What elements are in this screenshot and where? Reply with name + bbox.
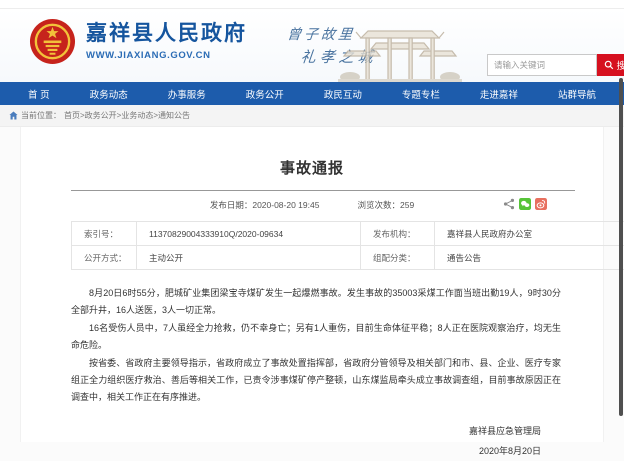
disclosure-method-label: 公开方式： [72,246,137,270]
share-buttons [503,198,547,210]
nav-item-site-map[interactable]: 站群导航 [558,87,596,101]
views-count: 259 [400,200,414,210]
wechat-icon[interactable] [519,198,531,210]
main-navigation: 首 页 政务动态 办事服务 政务公开 政民互动 专题专栏 走进嘉祥 站群导航 [0,82,624,105]
weibo-icon[interactable] [535,198,547,210]
document-meta-table: 索引号： 11370829004333910Q/2020-09634 发布机构：… [71,221,624,270]
nav-item-home[interactable]: 首 页 [28,87,50,101]
title-divider [71,190,575,191]
search-button[interactable]: 搜索 [597,54,624,76]
breadcrumb-path[interactable]: 首页>政务公开>业务动态>通知公告 [64,110,190,121]
table-row: 索引号： 11370829004333910Q/2020-09634 发布机构：… [72,222,624,246]
breadcrumb-prefix: 当前位置： [21,110,61,121]
nav-item-interaction[interactable]: 政民互动 [324,87,362,101]
article-paragraph: 16名受伤人员中，7人虽经全力抢救，仍不幸身亡；另有1人重伤，目前生命体征平稳；… [71,320,561,354]
search-button-label: 搜索 [616,58,624,72]
share-icon[interactable] [503,198,515,210]
archway-image [336,23,464,83]
search-box: 搜索 [487,54,624,76]
search-input[interactable] [487,54,597,76]
disclosure-method-value: 主动公开 [137,246,361,270]
site-url: WWW.JIAXIANG.GOV.CN [86,50,247,61]
issuing-agency-label: 发布机构： [361,222,435,246]
article-paragraph: 8月20日6时55分，肥城矿业集团梁宝寺煤矿发生一起爆燃事故。发生事故的3500… [71,285,561,319]
table-row: 公开方式： 主动公开 组配分类： 通告公告 [72,246,624,270]
article-meta: 发布日期：2020-08-20 19:45 浏览次数：259 [21,199,603,211]
publish-date-label: 发布日期： [210,200,253,210]
signing-date: 2020年8月20日 [21,441,541,461]
window-top-strip [0,0,624,9]
article-paragraph: 按省委、省政府主要领导指示，省政府成立了事故处置指挥部，省政府分管领导及相关部门… [71,355,561,406]
home-icon [9,111,18,120]
article-card: 事故通报 发布日期：2020-08-20 19:45 浏览次数：259 [20,127,604,442]
nav-item-disclosure[interactable]: 政务公开 [246,87,284,101]
national-emblem-icon [29,18,76,65]
nav-item-topics[interactable]: 专题专栏 [402,87,440,101]
article-signature: 嘉祥县应急管理局 2020年8月20日 [21,421,603,461]
site-identity: 嘉祥县人民政府 WWW.JIAXIANG.GOV.CN [86,21,247,61]
signing-agency: 嘉祥县应急管理局 [21,421,541,441]
breadcrumb: 当前位置： 首页>政务公开>业务动态>通知公告 [0,105,624,127]
views-label: 浏览次数： [357,200,400,210]
site-header: 嘉祥县人民政府 WWW.JIAXIANG.GOV.CN 曾子故里 礼孝之城 [0,9,624,82]
nav-item-about[interactable]: 走进嘉祥 [480,87,518,101]
publish-date: 2020-08-20 19:45 [252,200,319,210]
article-body: 8月20日6时55分，肥城矿业集团梁宝寺煤矿发生一起爆燃事故。发生事故的3500… [71,285,561,406]
issuing-agency-value: 嘉祥县人民政府办公室 [435,222,624,246]
category-label: 组配分类： [361,246,435,270]
nav-item-gov-news[interactable]: 政务动态 [90,87,128,101]
index-number-value: 11370829004333910Q/2020-09634 [137,222,361,246]
nav-item-services[interactable]: 办事服务 [168,87,206,101]
page-title: 事故通报 [21,157,603,178]
category-value: 通告公告 [435,246,624,270]
site-name: 嘉祥县人民政府 [86,21,247,47]
index-number-label: 索引号： [72,222,137,246]
scrollbar[interactable] [619,78,623,416]
search-icon [604,60,614,70]
